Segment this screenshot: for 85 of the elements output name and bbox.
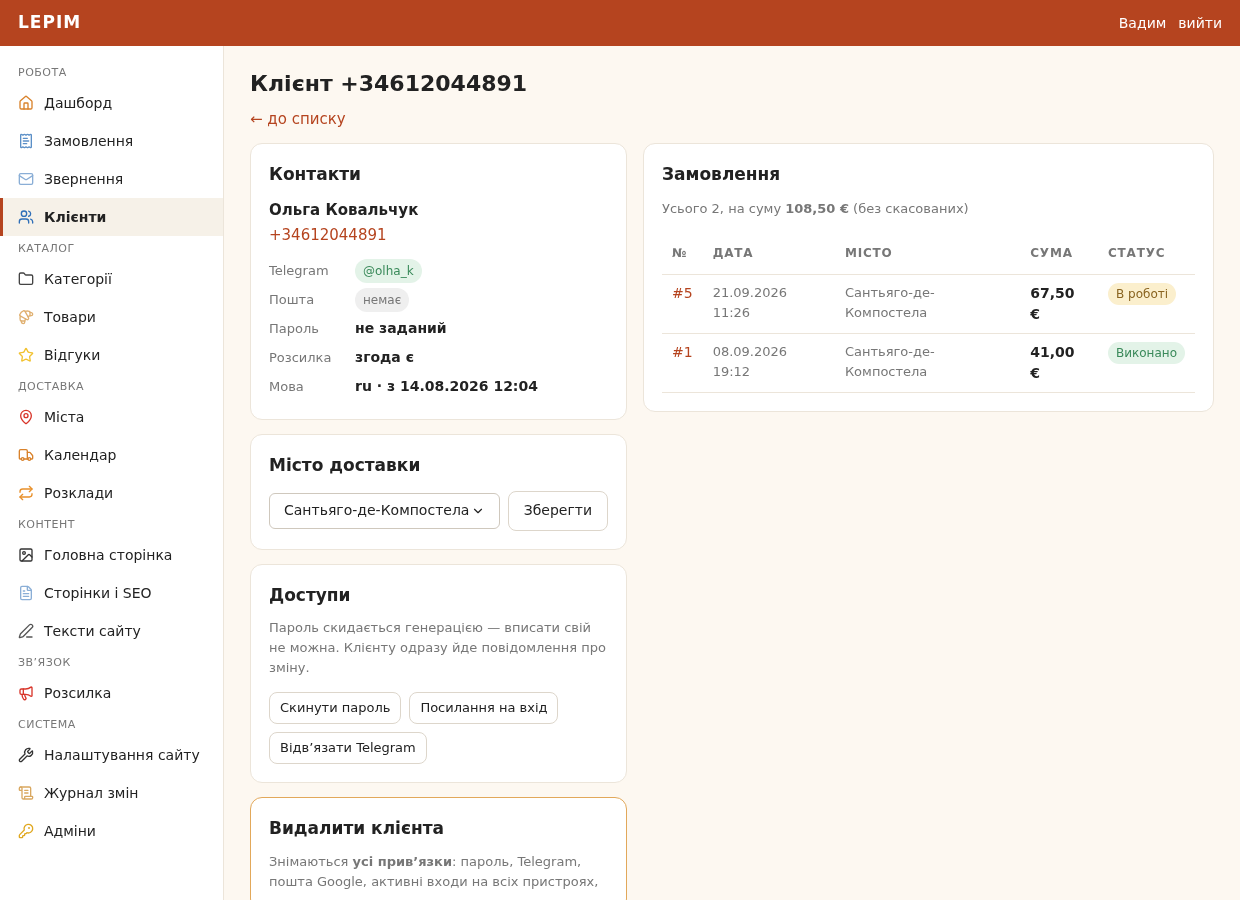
sidebar-item[interactable]: Календар (0, 436, 223, 474)
delete-description: Знімаються усі прив’язки: пароль, Telegram, пошта Google, активні входи на всіх пристроях, (269, 852, 600, 891)
megaphone-icon (18, 685, 34, 701)
sidebar-item[interactable]: Міста (0, 398, 223, 436)
sidebar-item[interactable]: Відгуки (0, 336, 223, 374)
pen-icon (18, 623, 34, 639)
table-cell-text: Сантьяго-де-Компостела (844, 343, 936, 381)
logo[interactable]: LEPIM (18, 10, 82, 36)
orders-summary: Усього 2, на суму 108,50 € (без скасованих) (662, 200, 970, 218)
picture-frame-icon (18, 547, 34, 563)
sidebar-item[interactable]: Категорії (0, 260, 223, 298)
table-cell-text: 41,00 € (1030, 343, 1076, 383)
people-icon (18, 209, 34, 225)
city-select[interactable]: Сантьяго-де-Компостела (269, 492, 500, 529)
field-label: Пошта (269, 290, 316, 309)
sidebar-item[interactable]: Налаштування сайту (0, 736, 223, 774)
save-button[interactable]: Зберегти (507, 490, 608, 531)
section-label: РОБОТА (17, 64, 68, 81)
client-name: Ольга Ковальчук (269, 200, 420, 221)
sidebar-item[interactable]: Адміни (0, 812, 223, 850)
section-label: СИСТЕМА (17, 716, 77, 733)
sidebar-item[interactable]: Товари (0, 298, 223, 336)
section-label: КАТАЛОГ (17, 240, 76, 257)
status-tag: В роботі (1108, 283, 1177, 305)
action-button[interactable]: Відв’язати Telegram (269, 732, 427, 764)
card-title: Видалити клієнта (269, 817, 446, 840)
column-header: МІСТО (834, 232, 1021, 275)
truck-icon (18, 447, 34, 463)
repeat-icon (18, 485, 34, 501)
card-title: Місто доставки (269, 454, 422, 477)
phone-link[interactable]: +34612044891 (269, 223, 608, 246)
tools-icon (18, 747, 34, 763)
access-description: Пароль скидається генерацією — вписати свій не можна. Клієнту одразу йде повідомлення про зміну. (269, 619, 607, 677)
logout-link[interactable]: вийти (1178, 12, 1222, 34)
table-cell-text: 67,50 € (1030, 284, 1076, 324)
field-label: Telegram (269, 261, 330, 280)
pin-icon (18, 409, 34, 425)
scroll-icon (18, 785, 34, 801)
section-label: ДОСТАВКА (17, 378, 86, 395)
back-link[interactable]: ← до списку (250, 108, 1214, 131)
action-button[interactable]: Посилання на вхід (409, 692, 559, 724)
receipt-icon (18, 133, 34, 149)
column-header: ДАТА (702, 232, 835, 275)
column-header: № (662, 232, 703, 275)
order-link[interactable]: #1 (672, 344, 693, 360)
table-cell-text: 08.09.2026 19:12 (712, 343, 789, 381)
sidebar-item[interactable]: Розклади (0, 474, 223, 512)
sidebar-item[interactable]: Дашборд (0, 84, 223, 122)
folder-icon (18, 271, 34, 287)
section-label: ЗВ’ЯЗОК (17, 654, 72, 671)
envelope-icon (18, 171, 34, 187)
page-title: Клієнт +34612044891 (250, 69, 529, 98)
order-link[interactable]: #5 (672, 285, 693, 301)
table-cell-text: Сантьяго-де-Компостела (844, 284, 936, 322)
sidebar-item[interactable]: Замовлення (0, 122, 223, 160)
section-label: КОНТЕНТ (17, 516, 76, 533)
sidebar-item[interactable]: Головна сторінка (0, 536, 223, 574)
field-label: Пароль (269, 319, 320, 338)
user-name[interactable]: Вадим (1118, 12, 1167, 34)
sidebar-item[interactable]: Клієнти (0, 198, 223, 236)
card-title: Контакти (269, 162, 362, 186)
sidebar-item[interactable]: Розсилка (0, 674, 223, 712)
field-label: Мова (269, 377, 305, 396)
action-button[interactable]: Скинути пароль (269, 692, 402, 724)
telegram-tag: @olha_k (355, 258, 422, 283)
card-title: Замовлення (662, 162, 782, 186)
status-tag: Виконано (1108, 342, 1185, 364)
field-label: Розсилка (269, 348, 333, 367)
table-cell-text: 21.09.2026 11:26 (712, 284, 789, 322)
document-icon (18, 585, 34, 601)
sidebar-item[interactable]: Тексти сайту (0, 612, 223, 650)
column-header: СТАТУС (1098, 232, 1195, 275)
empty-tag: немає (355, 287, 410, 312)
sidebar-item[interactable]: Сторінки і SEO (0, 574, 223, 612)
field-value: не заданий (355, 319, 447, 338)
field-value: згода є (355, 348, 414, 367)
card-title: Доступи (269, 583, 352, 607)
house-icon (18, 95, 34, 111)
sidebar-item[interactable]: Журнал змін (0, 774, 223, 812)
star-icon (18, 347, 34, 363)
field-value: ru · з 14.08.2026 12:04 (355, 377, 538, 396)
croissant-icon (18, 309, 34, 325)
sidebar-item[interactable]: Звернення (0, 160, 223, 198)
key-icon (18, 823, 34, 839)
column-header: СУМА (1020, 232, 1098, 275)
